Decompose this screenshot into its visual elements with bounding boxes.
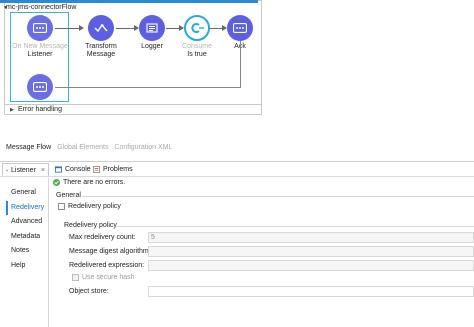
flow-arrow [210,25,227,31]
secure-hash-label: Use secure hash [82,274,135,281]
transform-icon [88,15,114,41]
secure-hash-row[interactable]: Use secure hash [72,274,135,281]
flow-header-bar [0,0,258,3]
max-count-label: Max redelivery count: [69,234,136,241]
listener-sub: Listener [27,51,53,58]
digest-label: Message digest algorithm: [69,248,151,255]
close-icon[interactable]: × [41,167,45,174]
redelivery-policy-label: Redelivery policy [68,203,121,210]
properties-nav: General Redelivery Advanced Metadata Not… [6,186,48,273]
nav-advanced[interactable]: Advanced [6,215,48,230]
error-handling-label: Error handling [18,106,62,113]
check-icon [53,179,60,186]
flow-arrow [55,25,84,31]
status-message: There are no errors. [53,179,125,186]
listener-node[interactable]: On New Message Listener [10,15,70,59]
policy-section-line [117,226,474,227]
nav-general[interactable]: General [6,186,48,201]
editor-tabs: Message Flow Global Elements Configurati… [6,144,176,151]
consume-icon [184,15,210,41]
tab-listener[interactable]: Listener × [2,163,49,176]
general-section-line [82,196,474,197]
flow-connector [55,87,241,88]
redelivery-policy-checkbox[interactable] [58,203,65,210]
general-section-label: General [56,192,81,199]
listener-icon [27,15,53,41]
nav-metadata[interactable]: Metadata [6,230,48,245]
tab-message-flow[interactable]: Message Flow [6,144,51,151]
expression-field[interactable] [148,260,474,271]
flow-title: mc-jms-connectorFlow [6,4,77,11]
connector-icon [27,74,53,100]
tab-listener-label: Listener [11,166,36,174]
tab-configuration-xml[interactable]: Configuration XML [114,144,172,151]
secondary-node[interactable] [10,74,70,102]
panel-tabs-underline [0,176,474,177]
object-store-label: Object store: [69,288,109,295]
tab-problems[interactable]: Problems [90,163,136,176]
flow-arrow [166,25,184,31]
secure-hash-checkbox[interactable] [72,274,79,281]
flow-connector [240,41,241,88]
flow-arrow [116,25,139,31]
tab-global-elements[interactable]: Global Elements [57,144,108,151]
error-handling-bar[interactable]: ▶ Error handling [4,104,262,115]
expand-icon[interactable]: ▶ [10,107,14,113]
logger-icon [139,15,165,41]
listener-tab-icon [6,169,8,171]
status-text: There are no errors. [63,179,126,186]
object-store-field[interactable] [148,286,474,297]
nav-redelivery[interactable]: Redelivery [6,200,48,215]
tab-problems-label: Problems [103,166,133,173]
console-icon [55,166,62,173]
listener-name: On New Message [12,43,68,50]
max-count-field[interactable]: 5 [148,232,474,243]
digest-field[interactable] [148,246,474,257]
nav-divider [48,178,49,327]
nav-notes[interactable]: Notes [6,244,48,259]
ack-icon [227,15,253,41]
policy-section-label: Redelivery policy [64,222,117,229]
tab-console[interactable]: Console [52,163,94,176]
nav-help[interactable]: Help [6,259,48,274]
problems-icon [93,166,100,173]
transform-sub: Message [86,51,116,58]
redelivery-policy-row[interactable]: Redelivery policy [58,203,121,210]
consume-sub: Is true [187,51,207,58]
expression-label: Redelivered expression: [69,262,145,269]
tab-console-label: Console [65,166,91,173]
panel-divider [0,161,474,162]
